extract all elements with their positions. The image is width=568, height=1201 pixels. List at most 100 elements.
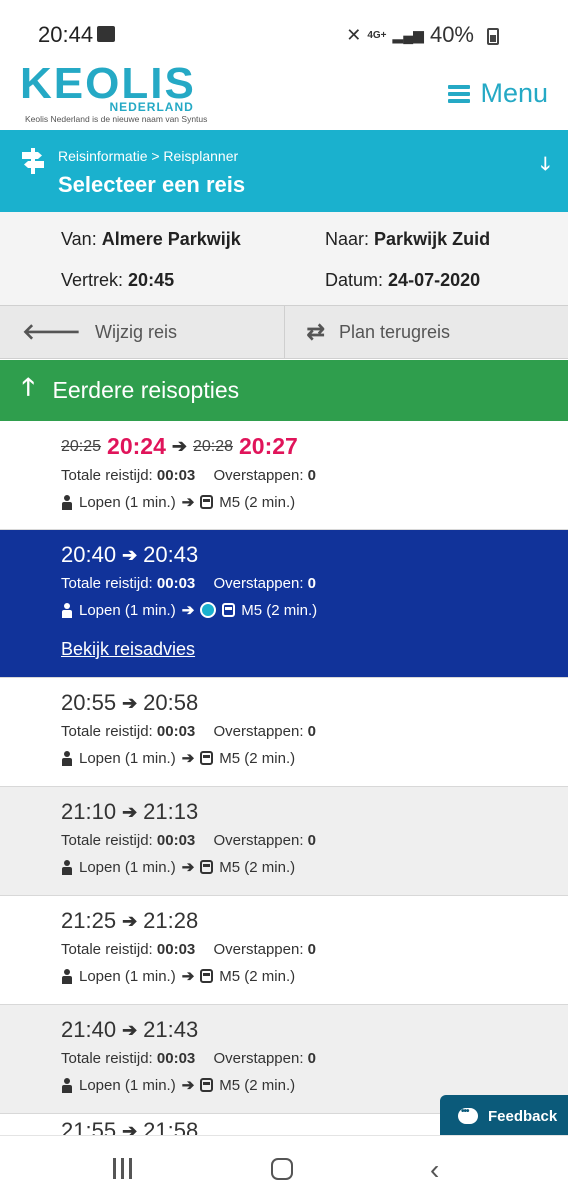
to-field: Naar: Parkwijk Zuid bbox=[325, 229, 490, 250]
total-label: Totale reistijd: bbox=[61, 1050, 153, 1067]
bus-label: M5 (2 min.) bbox=[219, 1077, 295, 1094]
option-info: Totale reistijd: 00:03 Overstappen: 0 bbox=[61, 575, 568, 592]
earlier-options-button[interactable]: 🡑 Eerdere reisopties bbox=[0, 360, 568, 421]
view-advice-link[interactable]: Bekijk reisadvies bbox=[61, 639, 568, 660]
date-field: Datum: 24-07-2020 bbox=[325, 270, 480, 291]
battery-icon bbox=[487, 28, 499, 45]
date-value: 24-07-2020 bbox=[388, 270, 480, 290]
arrow-left-icon: 🡐 bbox=[22, 319, 81, 345]
actual-arrival: 20:27 bbox=[239, 433, 298, 460]
home-button[interactable] bbox=[271, 1158, 293, 1180]
bus-icon bbox=[200, 860, 213, 874]
arrow-down-icon[interactable]: 🡓 bbox=[541, 152, 550, 182]
total-value: 00:03 bbox=[157, 1050, 195, 1067]
transfers-value: 0 bbox=[308, 723, 316, 740]
arrow-right-icon: ➔ bbox=[182, 967, 195, 985]
trip-option[interactable]: 20:25 20:24 ➔ 20:28 20:27 Totale reistij… bbox=[0, 421, 568, 530]
walk-label: Lopen (1 min.) bbox=[79, 859, 176, 876]
bus-icon bbox=[200, 751, 213, 765]
bus-icon bbox=[200, 1078, 213, 1092]
breadcrumb[interactable]: Reisinformatie > Reisplanner bbox=[58, 148, 238, 164]
option-route: Lopen (1 min.) ➔ M5 (2 min.) bbox=[61, 749, 568, 767]
change-trip-label: Wijzig reis bbox=[95, 322, 177, 343]
recent-apps-button[interactable] bbox=[113, 1158, 135, 1180]
bus-icon bbox=[200, 495, 213, 509]
feedback-button[interactable]: Feedback bbox=[440, 1095, 568, 1137]
option-info: Totale reistijd: 00:03 Overstappen: 0 bbox=[61, 723, 568, 740]
bus-label: M5 (2 min.) bbox=[219, 750, 295, 767]
image-notification-icon bbox=[97, 26, 115, 42]
transfers-value: 0 bbox=[308, 941, 316, 958]
arrival: 21:28 bbox=[143, 908, 198, 934]
menu-button[interactable]: Menu bbox=[448, 78, 548, 109]
logo-tagline: Keolis Nederland is de nieuwe naam van S… bbox=[25, 114, 245, 124]
option-route: Lopen (1 min.) ➔ M5 (2 min.) bbox=[61, 967, 568, 985]
departure: 21:10 bbox=[61, 799, 116, 825]
walk-icon bbox=[61, 969, 73, 984]
trip-option[interactable]: 21:10 ➔ 21:13 Totale reistijd: 00:03 Ove… bbox=[0, 787, 568, 896]
swap-icon: ⇄ bbox=[307, 319, 325, 345]
from-value: Almere Parkwijk bbox=[102, 229, 241, 249]
arrival: 20:58 bbox=[143, 690, 198, 716]
total-label: Totale reistijd: bbox=[61, 941, 153, 958]
arrow-right-icon: ➔ bbox=[172, 436, 187, 457]
transfers-value: 0 bbox=[308, 832, 316, 849]
keolis-logo[interactable]: KEOLIS NEDERLAND Keolis Nederland is de … bbox=[20, 64, 196, 104]
option-times: 20:40 ➔ 20:43 bbox=[61, 530, 568, 568]
transfers-label: Overstappen: bbox=[213, 467, 303, 484]
page-title: Selecteer een reis bbox=[58, 172, 245, 198]
back-button[interactable]: ‹ bbox=[430, 1154, 439, 1186]
planner-banner[interactable]: Reisinformatie > Reisplanner Selecteer e… bbox=[0, 130, 568, 212]
stop-dot-icon bbox=[200, 602, 216, 618]
option-route: Lopen (1 min.) ➔ M5 (2 min.) bbox=[61, 493, 568, 511]
hamburger-icon bbox=[448, 85, 470, 103]
walk-icon bbox=[61, 603, 73, 618]
walk-icon bbox=[61, 860, 73, 875]
battery-text: 40% bbox=[430, 22, 474, 48]
network-label: 4G+ bbox=[367, 30, 386, 41]
total-value: 00:03 bbox=[157, 832, 195, 849]
trip-actions: 🡐 Wijzig reis ⇄ Plan terugreis bbox=[0, 305, 568, 359]
depart-value: 20:45 bbox=[128, 270, 174, 290]
arrow-up-icon: 🡑 bbox=[22, 370, 34, 411]
option-info: Totale reistijd: 00:03 Overstappen: 0 bbox=[61, 467, 568, 484]
depart-field: Vertrek: 20:45 bbox=[61, 270, 174, 291]
option-times: 20:25 20:24 ➔ 20:28 20:27 bbox=[61, 421, 568, 460]
from-field: Van: Almere Parkwijk bbox=[61, 229, 241, 250]
chat-icon bbox=[458, 1108, 478, 1124]
arrow-right-icon: ➔ bbox=[122, 802, 137, 823]
walk-icon bbox=[61, 495, 73, 510]
departure: 21:25 bbox=[61, 908, 116, 934]
android-nav-bar: ‹ bbox=[0, 1135, 568, 1201]
logo-sub: NEDERLAND bbox=[109, 100, 193, 114]
arrow-right-icon: ➔ bbox=[182, 749, 195, 767]
trip-details: Van: Almere Parkwijk Naar: Parkwijk Zuid… bbox=[0, 212, 568, 305]
total-value: 00:03 bbox=[157, 575, 195, 592]
departure: 21:40 bbox=[61, 1017, 116, 1043]
bus-icon bbox=[200, 969, 213, 983]
transfers-label: Overstappen: bbox=[213, 1050, 303, 1067]
walk-label: Lopen (1 min.) bbox=[79, 602, 176, 619]
bus-icon bbox=[222, 603, 235, 617]
total-value: 00:03 bbox=[157, 941, 195, 958]
option-info: Totale reistijd: 00:03 Overstappen: 0 bbox=[61, 941, 568, 958]
plan-return-label: Plan terugreis bbox=[339, 322, 450, 343]
change-trip-button[interactable]: 🡐 Wijzig reis bbox=[0, 306, 285, 358]
arrow-right-icon: ➔ bbox=[182, 858, 195, 876]
arrow-right-icon: ➔ bbox=[122, 1020, 137, 1041]
arrow-right-icon: ➔ bbox=[122, 911, 137, 932]
planned-departure: 20:25 bbox=[61, 438, 101, 456]
to-label: Naar: bbox=[325, 229, 369, 249]
plan-return-button[interactable]: ⇄ Plan terugreis bbox=[285, 306, 568, 358]
walk-icon bbox=[61, 751, 73, 766]
mute-icon: ✕ bbox=[346, 25, 361, 46]
trip-option[interactable]: 21:25 ➔ 21:28 Totale reistijd: 00:03 Ove… bbox=[0, 896, 568, 1005]
departure: 20:55 bbox=[61, 690, 116, 716]
arrow-right-icon: ➔ bbox=[182, 1076, 195, 1094]
transfers-value: 0 bbox=[308, 467, 316, 484]
trip-option[interactable]: 20:55 ➔ 20:58 Totale reistijd: 00:03 Ove… bbox=[0, 678, 568, 787]
arrow-right-icon: ➔ bbox=[182, 601, 195, 619]
from-label: Van: bbox=[61, 229, 97, 249]
signpost-icon bbox=[22, 148, 44, 174]
trip-option-selected[interactable]: 20:40 ➔ 20:43 Totale reistijd: 00:03 Ove… bbox=[0, 530, 568, 678]
